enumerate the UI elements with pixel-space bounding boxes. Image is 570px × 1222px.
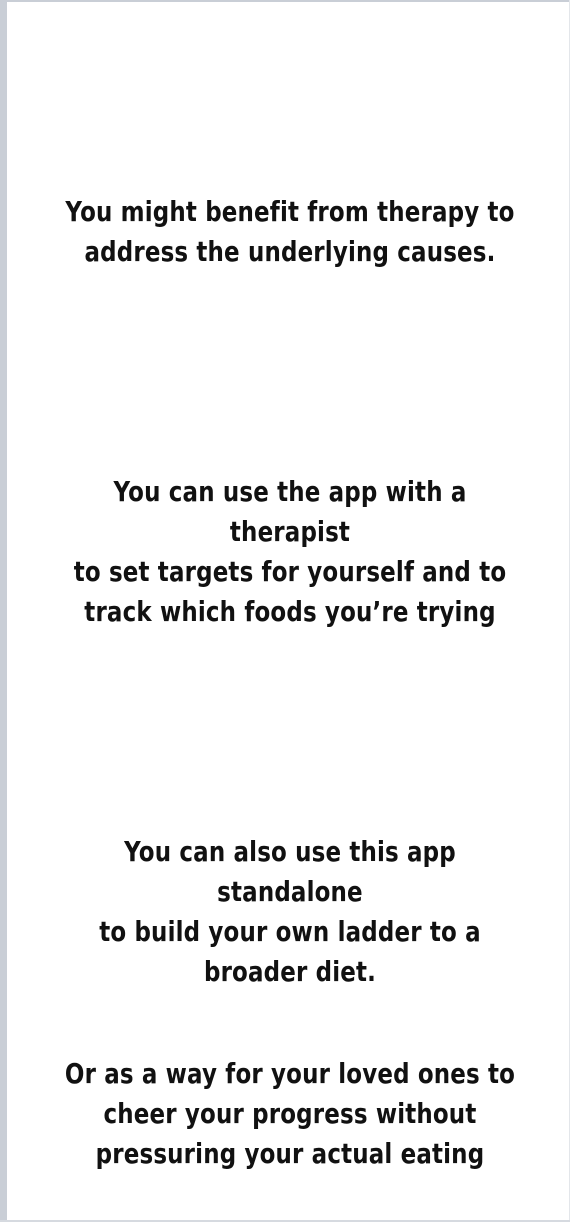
loved-ones-message: Or as a way for your loved ones to cheer … bbox=[64, 1057, 516, 1170]
left-border bbox=[0, 0, 7, 1222]
standalone-use-message: You can also use this app standalone to b… bbox=[99, 835, 481, 988]
screen: You might benefit from therapy to address… bbox=[0, 0, 570, 1222]
top-border bbox=[0, 0, 570, 2]
therapy-benefit-message: You might benefit from therapy to address… bbox=[65, 195, 515, 268]
therapist-use-message: You can use the app with a therapist to s… bbox=[73, 475, 507, 628]
